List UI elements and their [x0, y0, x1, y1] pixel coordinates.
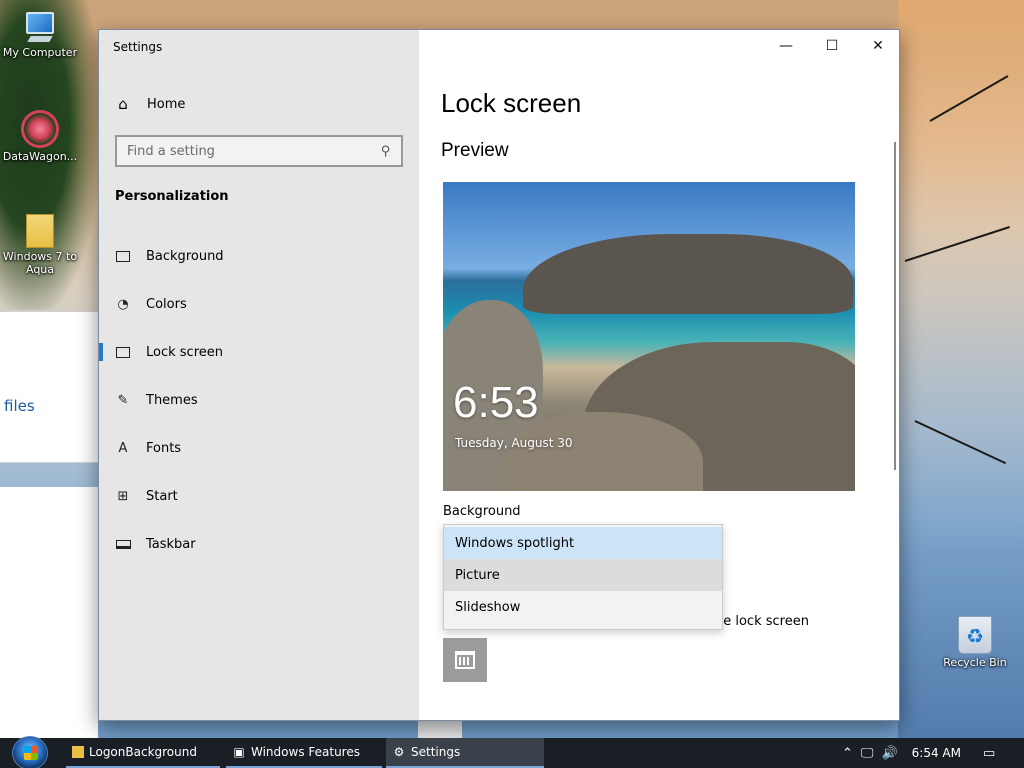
- background-window-lower: [0, 487, 98, 740]
- desktop-icon-recycle-bin[interactable]: ♻ Recycle Bin: [935, 616, 1015, 669]
- nav-item-colors[interactable]: ◔ Colors: [99, 287, 419, 321]
- windows-features-icon: ▣: [233, 745, 245, 759]
- nav-item-start[interactable]: ⊞ Start: [99, 479, 419, 513]
- taskbar-clock[interactable]: 6:54 AM: [912, 746, 961, 760]
- nav-item-label: Start: [146, 488, 178, 504]
- nav-home-label: Home: [147, 96, 186, 112]
- nav-home[interactable]: ⌂ Home: [115, 94, 185, 114]
- nav-item-taskbar[interactable]: Taskbar: [99, 527, 419, 561]
- taskbar-item-label: Settings: [411, 745, 461, 759]
- start-icon: ⊞: [117, 488, 129, 504]
- nav-section-title: Personalization: [115, 189, 229, 204]
- nav-item-label: Themes: [146, 392, 198, 408]
- desktop-icon-label: DataWagon...: [2, 150, 78, 163]
- background-dropdown-list[interactable]: Windows spotlight Picture Slideshow: [443, 524, 723, 630]
- taskbar-item-windows-features[interactable]: ▣ Windows Features: [226, 738, 382, 768]
- page-title: Lock screen: [441, 88, 582, 118]
- fonts-icon: A: [118, 440, 128, 456]
- dropdown-option-slideshow[interactable]: Slideshow: [444, 591, 722, 623]
- settings-content: Lock screen Preview 6:53 Tuesday, August…: [419, 30, 899, 720]
- lock-screen-icon: [115, 344, 131, 360]
- dropdown-option-picture[interactable]: Picture: [444, 559, 722, 591]
- desktop-icon-windows-7-to-aqua[interactable]: Windows 7 to Aqua: [0, 214, 80, 276]
- taskbar-item-label: Windows Features: [251, 745, 360, 759]
- lock-screen-preview: 6:53 Tuesday, August 30: [443, 182, 855, 491]
- taskbar-icon: [115, 536, 131, 552]
- network-icon[interactable]: 🖵: [861, 746, 874, 761]
- desktop-icon-datawagon[interactable]: DataWagon...: [0, 110, 80, 163]
- nav-item-themes[interactable]: ✎ Themes: [99, 383, 419, 417]
- nav-item-background[interactable]: Background: [99, 239, 419, 273]
- background-window: [0, 311, 98, 463]
- window-title: Settings: [113, 40, 163, 54]
- nav-item-label: Lock screen: [146, 344, 223, 360]
- search-input[interactable]: Find a setting ⚲: [115, 135, 403, 167]
- computer-icon: [23, 12, 57, 44]
- taskbar-item-settings[interactable]: ⚙ Settings: [386, 738, 544, 768]
- volume-icon[interactable]: 🔊: [881, 746, 897, 761]
- background-window-strip: [418, 720, 462, 740]
- recycle-bin-icon: ♻: [958, 616, 992, 654]
- nav-item-label: Taskbar: [146, 536, 196, 552]
- folder-icon: [26, 214, 54, 248]
- background-window-text[interactable]: files: [4, 397, 35, 415]
- nav-item-label: Background: [146, 248, 224, 264]
- folder-icon: [72, 746, 84, 758]
- dropdown-option-windows-spotlight[interactable]: Windows spotlight: [444, 527, 722, 559]
- nav-item-label: Colors: [146, 296, 187, 312]
- system-tray: ⌃ 🖵 🔊 6:54 AM ▭: [842, 738, 1003, 768]
- content-scrollbar[interactable]: [894, 142, 896, 470]
- calendar-icon: [455, 651, 475, 669]
- calendar-app-button[interactable]: [443, 638, 487, 682]
- search-placeholder: Find a setting: [127, 143, 215, 159]
- home-icon: ⌂: [118, 95, 128, 113]
- partial-setting-text: he lock screen: [715, 614, 809, 629]
- taskbar: LogonBackground ▣ Windows Features ⚙ Set…: [0, 736, 1024, 768]
- preview-heading: Preview: [441, 140, 509, 161]
- search-icon: ⚲: [381, 143, 391, 159]
- datawagon-icon: [21, 110, 59, 148]
- gear-icon: ⚙: [393, 745, 405, 759]
- themes-icon: ✎: [117, 392, 129, 408]
- desktop-icon-label: My Computer: [2, 46, 78, 59]
- nav-item-lock-screen[interactable]: Lock screen: [99, 335, 419, 369]
- settings-window: Settings ⌂ Home Find a setting ⚲ Persona…: [98, 29, 900, 721]
- preview-time: 6:53: [453, 378, 539, 427]
- taskbar-item-logonbackground[interactable]: LogonBackground: [66, 738, 220, 768]
- start-button[interactable]: [12, 736, 48, 768]
- desktop-icon-my-computer[interactable]: My Computer: [0, 12, 80, 59]
- settings-nav-pane: Settings ⌂ Home Find a setting ⚲ Persona…: [99, 30, 419, 720]
- taskbar-item-label: LogonBackground: [89, 745, 197, 759]
- preview-rock: [523, 234, 853, 314]
- preview-date: Tuesday, August 30: [455, 436, 573, 450]
- desktop-icon-label: Windows 7 to Aqua: [2, 250, 78, 276]
- desktop-icon-label: Recycle Bin: [943, 656, 1007, 669]
- picture-icon: [115, 248, 131, 264]
- notification-icon[interactable]: ▭: [983, 746, 995, 761]
- background-label: Background: [443, 504, 521, 519]
- nav-item-label: Fonts: [146, 440, 182, 456]
- palette-icon: ◔: [117, 296, 129, 312]
- nav-item-fonts[interactable]: A Fonts: [99, 431, 419, 465]
- chevron-up-icon[interactable]: ⌃: [842, 746, 853, 761]
